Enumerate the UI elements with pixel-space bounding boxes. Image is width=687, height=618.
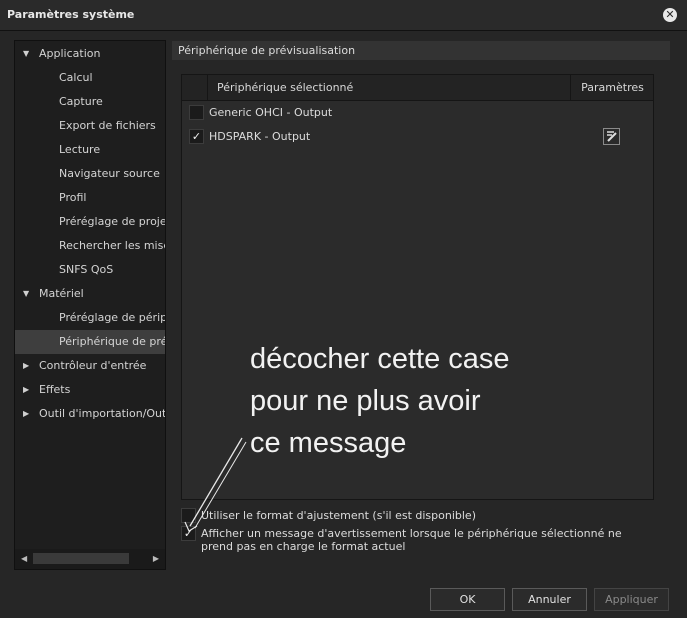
tree-item[interactable]: Lecture: [15, 138, 165, 162]
adjust-format-checkbox[interactable]: [181, 508, 196, 523]
tree-item-label: Matériel: [39, 287, 84, 300]
tree-item[interactable]: Profil: [15, 186, 165, 210]
header-device: Périphérique sélectionné: [209, 75, 571, 101]
annotation-text: décocher cette case pour ne plus avoir c…: [250, 338, 570, 464]
tree-item-label: Périphérique de prévis: [59, 335, 165, 348]
scroll-left-icon[interactable]: ◀: [21, 554, 27, 563]
annotation-line: ce message: [250, 427, 407, 459]
tree-item-label: Application: [39, 47, 101, 60]
warn-message-label: Afficher un message d'avertissement lors…: [201, 527, 622, 553]
tree-item[interactable]: Calcul: [15, 66, 165, 90]
tree-item[interactable]: Export de fichiers: [15, 114, 165, 138]
section-title: Périphérique de prévisualisation: [172, 41, 670, 60]
tree-item[interactable]: Navigateur source: [15, 162, 165, 186]
annotation-line: pour ne plus avoir: [250, 385, 481, 417]
tree-item[interactable]: Préréglage de projets: [15, 210, 165, 234]
tree-item-label: Préréglage de périphé: [59, 311, 165, 324]
tree-item[interactable]: ▼ Matériel: [15, 282, 165, 306]
edit-settings-icon[interactable]: [603, 128, 620, 145]
tree-item-label: SNFS QoS: [59, 263, 114, 276]
tree-item[interactable]: Préréglage de périphé: [15, 306, 165, 330]
tree-item[interactable]: Capture: [15, 90, 165, 114]
scroll-right-icon[interactable]: ▶: [153, 554, 159, 563]
tree-item[interactable]: ▶ Effets: [15, 378, 165, 402]
device-checkbox[interactable]: [189, 105, 204, 120]
expand-down-icon[interactable]: ▼: [23, 282, 29, 306]
tree-item-label: Lecture: [59, 143, 101, 156]
annotation-line: décocher cette case: [250, 343, 510, 375]
scroll-thumb[interactable]: [33, 553, 129, 564]
tree-item-label: Capture: [59, 95, 103, 108]
apply-button[interactable]: Appliquer: [594, 588, 669, 611]
tree-item-label: Contrôleur d'entrée: [39, 359, 147, 372]
tree-item[interactable]: Rechercher les mises à: [15, 234, 165, 258]
header-params: Paramètres: [581, 81, 644, 94]
close-icon[interactable]: ✕: [663, 8, 677, 22]
tree-item-label: Navigateur source: [59, 167, 160, 180]
tree-item[interactable]: ▶ Contrôleur d'entrée: [15, 354, 165, 378]
table-row[interactable]: Generic OHCI - Output: [182, 101, 653, 125]
expand-right-icon[interactable]: ▶: [23, 378, 29, 402]
tree-item-label: Préréglage de projets: [59, 215, 165, 228]
ok-button[interactable]: OK: [430, 588, 505, 611]
tree-item-label: Calcul: [59, 71, 93, 84]
tree-item[interactable]: Périphérique de prévis: [15, 330, 165, 354]
tree-item-label: Effets: [39, 383, 71, 396]
table-row[interactable]: ✓ HDSPARK - Output: [182, 125, 653, 149]
tree-item[interactable]: ▶ Outil d'importation/Outil d': [15, 402, 165, 426]
expand-down-icon[interactable]: ▼: [23, 42, 29, 66]
tree-horizontal-scrollbar[interactable]: ◀ ▶: [15, 549, 165, 569]
expand-right-icon[interactable]: ▶: [23, 402, 29, 426]
tree-item-label: Rechercher les mises à: [59, 239, 165, 252]
device-name: HDSPARK - Output: [209, 130, 311, 143]
header-check-column: [182, 75, 208, 101]
tree-item-label: Export de fichiers: [59, 119, 156, 132]
title-bar: Paramètres système ✕: [0, 0, 687, 30]
device-name: Generic OHCI - Output: [209, 106, 333, 119]
cancel-button[interactable]: Annuler: [512, 588, 587, 611]
window-title: Paramètres système: [7, 8, 135, 21]
tree-item-label: Outil d'importation/Outil d': [39, 407, 165, 420]
tree-item-label: Profil: [59, 191, 87, 204]
settings-tree: ▼ Application Calcul Capture Export de fichi…: [14, 40, 166, 570]
adjust-format-label: Utiliser le format d'ajustement (s'il es…: [201, 509, 476, 522]
table-header: Périphérique sélectionné Paramètres: [182, 75, 653, 101]
tree-item[interactable]: SNFS QoS: [15, 258, 165, 282]
tree-item[interactable]: ▼ Application: [15, 42, 165, 66]
expand-right-icon[interactable]: ▶: [23, 354, 29, 378]
device-checkbox[interactable]: ✓: [189, 129, 204, 144]
warn-message-checkbox[interactable]: ✓: [181, 526, 196, 541]
